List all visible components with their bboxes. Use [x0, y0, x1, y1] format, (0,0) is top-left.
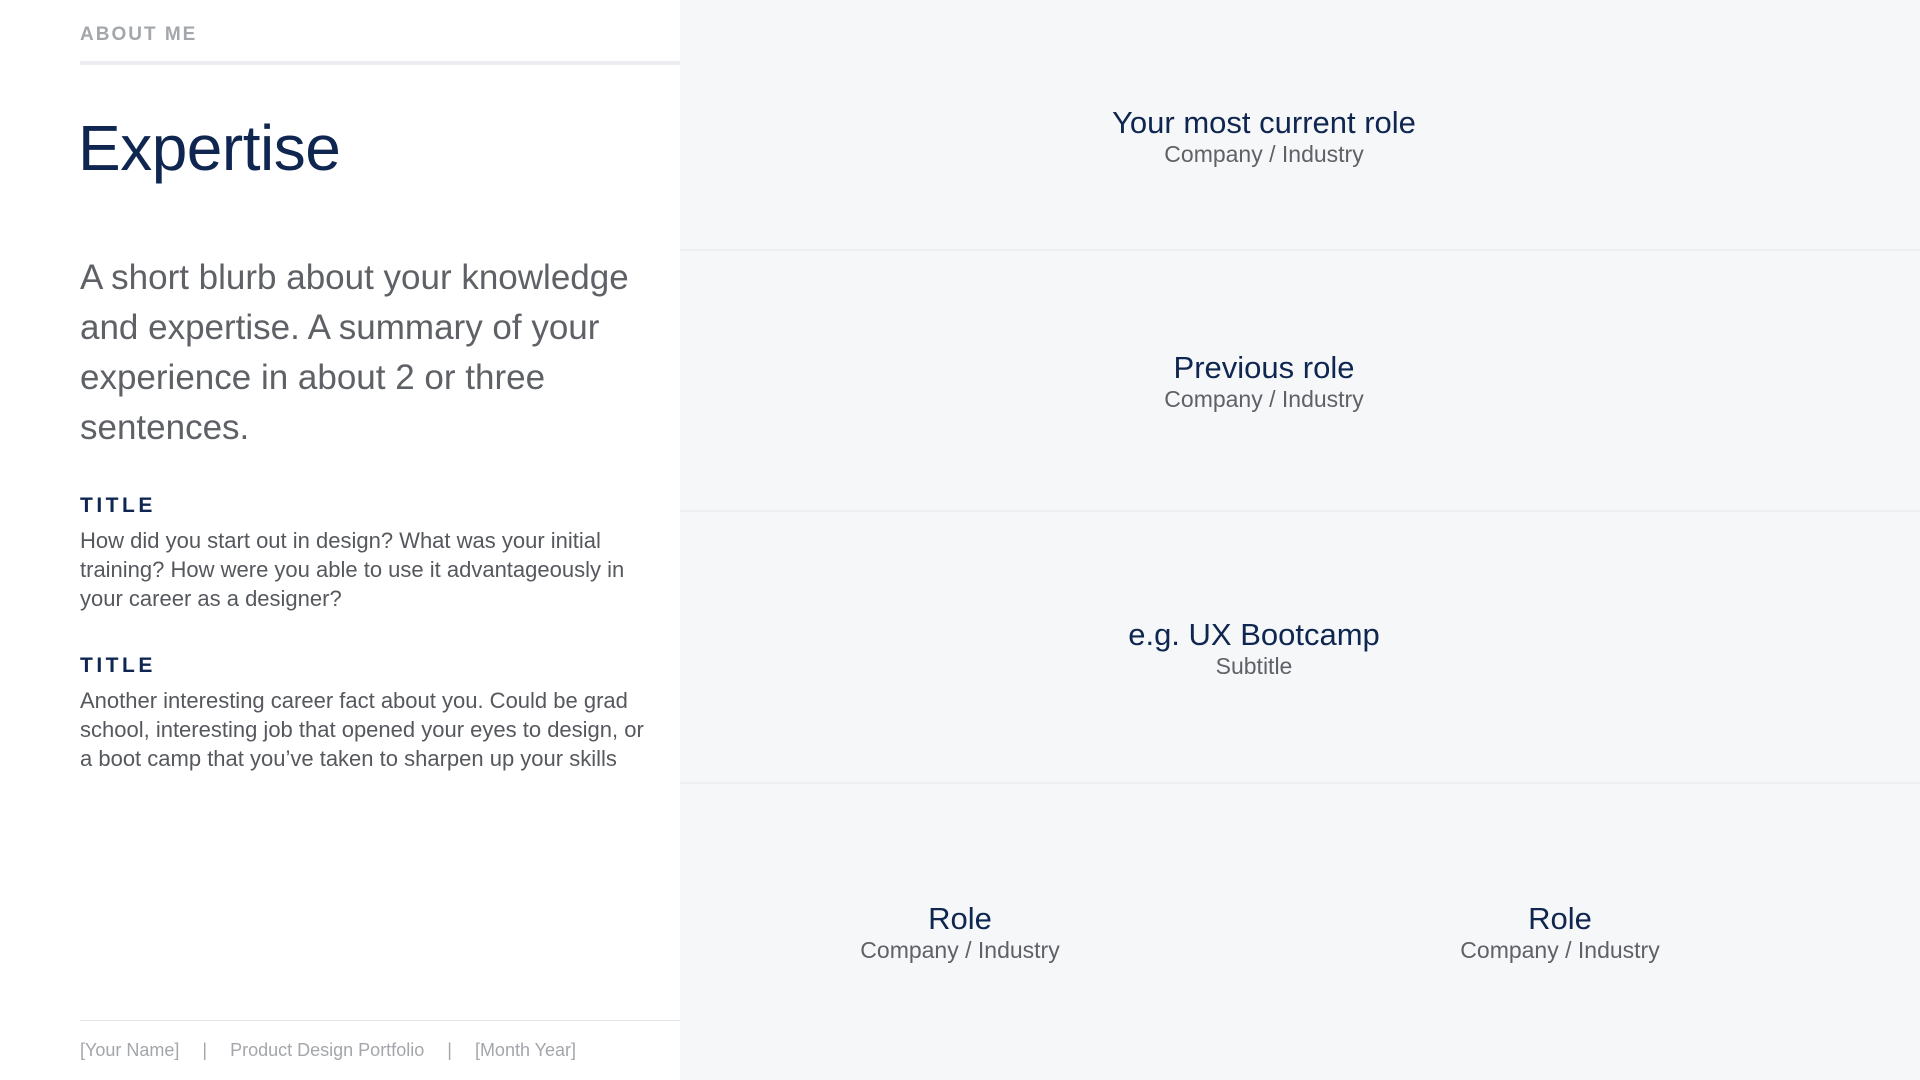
role-entry-2: Role Company / Industry: [1460, 902, 1659, 964]
band-divider: [680, 782, 1920, 784]
section-body-1: How did you start out in design? What wa…: [80, 528, 625, 611]
intro-blurb: A short blurb about your knowledge and e…: [80, 258, 629, 447]
role-subtitle: Subtitle: [1215, 653, 1293, 679]
page-title: Expertise: [78, 112, 341, 184]
band-divider: [680, 510, 1920, 512]
footer-separator: |: [447, 1040, 452, 1060]
left-panel: ABOUT ME Expertise A short blurb about y…: [0, 0, 680, 1080]
role-entry-1: Role Company / Industry: [860, 902, 1059, 964]
role-subtitle: Company / Industry: [1460, 937, 1660, 963]
previous-role: Previous role Company / Industry: [1164, 351, 1363, 413]
section-body-2: Another interesting career fact about yo…: [80, 688, 644, 771]
footer-name: [Your Name]: [80, 1040, 180, 1060]
role-title: e.g. UX Bootcamp: [1128, 617, 1380, 652]
footer-divider: [80, 1020, 680, 1021]
role-title: Previous role: [1173, 350, 1355, 385]
footer-portfolio: Product Design Portfolio: [230, 1040, 425, 1060]
current-role: Your most current role Company / Industr…: [1112, 106, 1416, 168]
section-title-2: TITLE: [80, 654, 156, 677]
section-label: ABOUT ME: [80, 24, 198, 45]
section-title-1: TITLE: [80, 494, 156, 517]
education-entry: e.g. UX Bootcamp Subtitle: [1128, 618, 1380, 680]
header-divider: [80, 61, 680, 65]
role-title: Your most current role: [1112, 105, 1416, 140]
footer: [Your Name] | Product Design Portfolio |…: [80, 1040, 576, 1061]
role-subtitle: Company / Industry: [860, 937, 1060, 963]
role-title: Role: [1528, 901, 1592, 936]
timeline-panel: Your most current role Company / Industr…: [680, 0, 1920, 1080]
footer-date: [Month Year]: [474, 1040, 577, 1060]
role-subtitle: Company / Industry: [1164, 141, 1364, 167]
footer-separator: |: [202, 1040, 208, 1060]
role-subtitle: Company / Industry: [1164, 386, 1364, 412]
role-title: Role: [928, 901, 992, 936]
band-divider: [680, 249, 1920, 251]
